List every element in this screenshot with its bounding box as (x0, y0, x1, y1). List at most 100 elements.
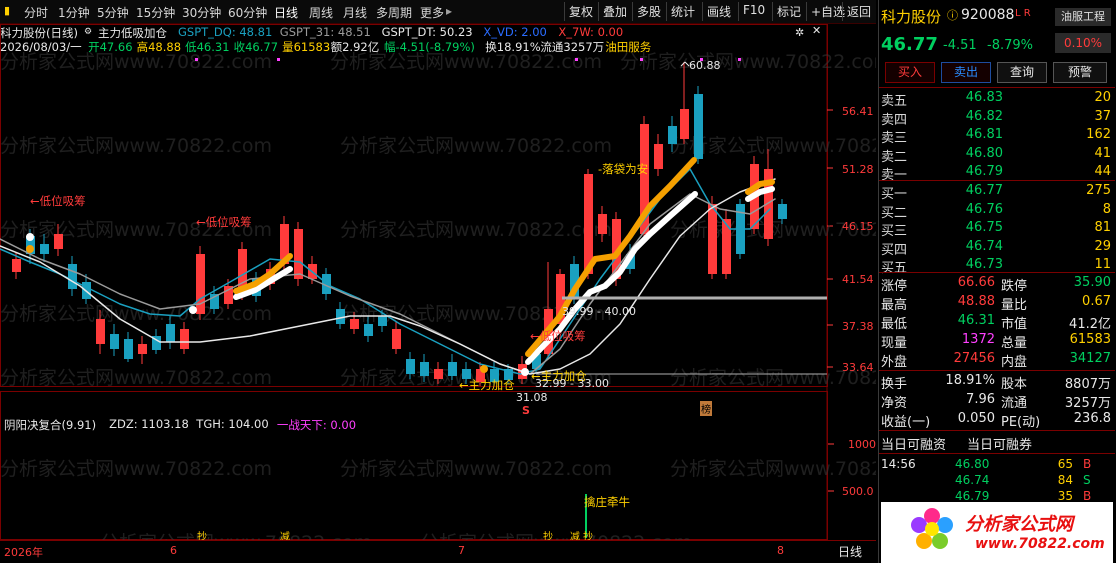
signal-low-buy-2: ←低位吸筹 (196, 215, 252, 229)
stat-label: 跌停 (1001, 279, 1028, 294)
query-button[interactable]: 查询 (997, 62, 1047, 83)
tick-price: 46.74 (955, 473, 990, 487)
marker-dot (640, 58, 643, 61)
period-tab-more[interactable]: 更多 (420, 4, 444, 21)
stat-label: 外盘 (881, 355, 908, 370)
bid-row[interactable]: 买三 46.75 81 (879, 219, 1113, 239)
margin-finance-label[interactable]: 当日可融资 (881, 434, 946, 453)
period-tab-15min[interactable]: 15分钟 (136, 4, 175, 21)
stat-label: 股本 (1001, 377, 1028, 392)
candle-body (722, 219, 731, 274)
period-tab-60min[interactable]: 60分钟 (228, 4, 267, 21)
signal-main-add-2: ←主力加仓 (459, 378, 515, 392)
candle-body (434, 369, 443, 379)
stat-row: 换手 18.91% 股本 8807万 (879, 372, 1113, 392)
f10-button[interactable]: F10 (738, 2, 769, 21)
ask-row[interactable]: 卖五 46.83 20 (879, 89, 1113, 109)
tick-volume: 65 (1057, 457, 1073, 471)
book-volume: 41 (1094, 145, 1111, 161)
stat-label: 现量 (881, 336, 908, 351)
buy-button[interactable]: 买入 (885, 62, 935, 83)
low-label: 31.08 (516, 391, 548, 404)
stat-label: 量比 (1001, 298, 1028, 313)
period-tab-daily[interactable]: 日线 (274, 4, 298, 21)
back-button[interactable]: 返回 (842, 2, 875, 21)
bid-row[interactable]: 买一 46.77 275 (879, 182, 1113, 202)
stat-row: 净资 7.96 流通 3257万 (879, 391, 1113, 411)
book-price: 46.75 (965, 220, 1003, 236)
alert-button[interactable]: 预警 (1053, 62, 1107, 83)
draw-button[interactable]: 画线 (702, 2, 735, 21)
book-level-label: 买一 (881, 187, 908, 202)
logo-banner: 分析家公式网 www.70822.com (881, 502, 1113, 563)
ask-row[interactable]: 卖三 46.81 162 (879, 126, 1113, 146)
range-label-2: 32.99 - 33.00 (535, 377, 609, 390)
candle-body (778, 204, 787, 219)
period-tab-multi[interactable]: 多周期 (376, 4, 412, 21)
period-selector[interactable]: 日线 (838, 543, 862, 560)
info-icon[interactable]: ⓘ (947, 7, 958, 23)
period-tab-1min[interactable]: 1分钟 (58, 4, 90, 21)
candle-body (180, 329, 189, 349)
stat-label: 市值 (1001, 317, 1028, 332)
stat-label: 最高 (881, 298, 908, 313)
book-volume: 44 (1094, 164, 1111, 180)
industry-tag[interactable]: 油服工程 (1055, 8, 1111, 26)
book-volume: 37 (1094, 108, 1111, 124)
month-label: 7 (458, 544, 465, 557)
multi-stock-button[interactable]: 多股 (632, 2, 665, 21)
candle-body (68, 264, 77, 289)
margin-row: 当日可融资 当日可融券 (879, 433, 1113, 453)
margin-short-label[interactable]: 当日可融券 (967, 434, 1032, 453)
sub-indicator-value: TGH: 104.00 (196, 417, 269, 431)
sub-indicator-value: ZDZ: 1103.18 (109, 417, 189, 431)
tick-side: B (1083, 457, 1092, 471)
candle-body (654, 144, 663, 169)
stat-label: 流通 (1001, 396, 1028, 411)
book-volume: 81 (1094, 220, 1111, 236)
range-label-1: 39.99 - 40.00 (562, 305, 636, 318)
watermark-text: 分析家公式网www.70822.com (670, 458, 876, 480)
adjust-button[interactable]: 复权 (564, 2, 597, 21)
watermark-text: 分析家公式网www.70822.com (0, 367, 272, 389)
bid-row[interactable]: 买四 46.74 29 (879, 238, 1113, 258)
period-tab-weekly[interactable]: 周线 (309, 4, 333, 21)
menu-icon[interactable]: ▮ (4, 4, 10, 17)
statistics-button[interactable]: 统计 (666, 2, 699, 21)
candle-body (448, 362, 457, 376)
ask-row[interactable]: 卖二 46.80 41 (879, 145, 1113, 165)
book-price: 46.82 (965, 108, 1003, 124)
stat-value: 35.90 (1073, 275, 1111, 290)
kline-chart[interactable]: 科力股份(日线) ⚙ 主力低吸加仓 GSPT_DQ: 48.81 GSPT_31:… (0, 24, 876, 543)
period-tab-30min[interactable]: 30分钟 (182, 4, 221, 21)
period-tab-fenshi[interactable]: 分时 (24, 4, 48, 21)
period-tab-5min[interactable]: 5分钟 (97, 4, 129, 21)
book-price: 46.76 (965, 201, 1003, 217)
logo-url: www.70822.com (975, 536, 1105, 552)
stat-value: 41.2亿 (1069, 317, 1111, 332)
candle-body (350, 319, 359, 329)
flower-logo-icon (911, 508, 953, 549)
ask-row[interactable]: 卖四 46.82 37 (879, 108, 1113, 128)
signal-dot (480, 365, 488, 373)
price-change-pct: -8.79% (987, 38, 1033, 53)
period-tab-monthly[interactable]: 月线 (343, 4, 367, 21)
candle-body (392, 329, 401, 349)
candle-body (12, 259, 21, 272)
sub-signal-zhuang: 擒庄牵牛 (584, 495, 630, 509)
stat-value: 0.050 (957, 411, 995, 426)
chart-canvas[interactable]: 分析家公式网www.70822.com 分析家公式网www.70822.com 分析… (0, 24, 876, 540)
bid-row[interactable]: 买二 46.76 8 (879, 201, 1113, 221)
mark-button[interactable]: 标记 (772, 2, 805, 21)
sell-button[interactable]: 卖出 (941, 62, 991, 83)
ranking-marker: 榜 (700, 401, 712, 416)
book-level-label: 卖二 (881, 149, 908, 165)
book-level-label: 买四 (881, 242, 908, 258)
candle-body (378, 316, 387, 326)
price-change: -4.51 (943, 38, 977, 53)
price-tick: 41.54 (842, 273, 874, 286)
overlay-button[interactable]: 叠加 (598, 2, 631, 21)
candle-body (420, 362, 429, 376)
watermark-text: 分析家公式网www.70822.com (340, 458, 612, 480)
price-tick: 56.41 (842, 105, 874, 118)
